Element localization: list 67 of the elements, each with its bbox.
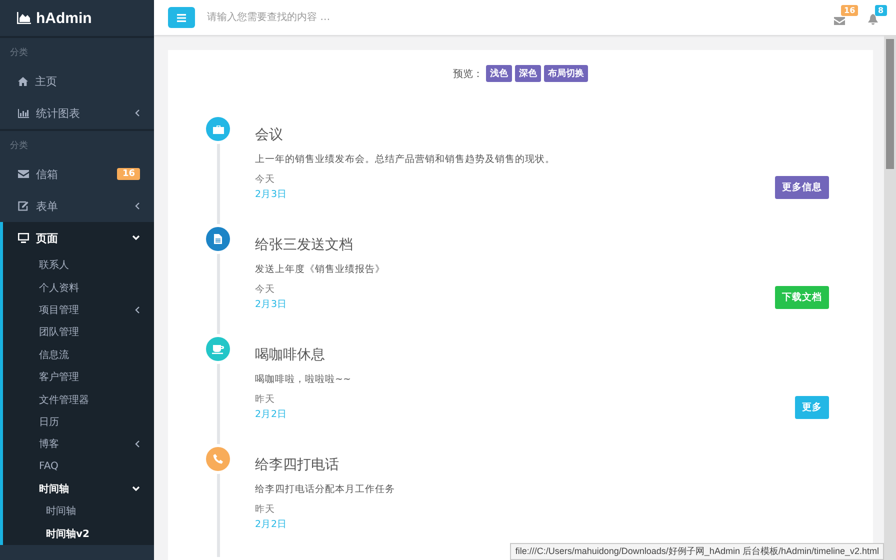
section-heading: 分类 [9,140,28,153]
event-day: 今天 [255,283,275,296]
desktop-icon [18,233,29,243]
area-chart-icon [17,12,31,24]
chevron-left-icon [135,440,140,448]
edit-icon [18,201,29,211]
briefcase-icon [212,124,224,134]
submenu-item[interactable]: 时间轴 [3,500,154,523]
chevron-left-icon [135,109,140,117]
event-description: 给李四打电话分配本月工作任务 [255,483,395,496]
submenu-item[interactable]: 团队管理 [3,321,154,344]
menu-item[interactable]: 主页 [0,65,154,97]
menu-item[interactable]: 表单 [0,190,154,222]
section-heading: 分类 [9,46,28,60]
phone-icon [213,454,223,464]
chevron-left-icon [135,306,140,314]
submenu-item[interactable]: 个人资料 [3,276,154,299]
bar-chart-icon [18,108,29,118]
count-badge: 16 [841,4,858,16]
event-day: 昨天 [255,393,275,406]
event-date: 2月2日 [255,518,288,531]
submenu-item[interactable]: 博客 [3,433,154,456]
theme-button[interactable]: 浅色 [486,65,512,82]
envelope-icon [18,170,29,178]
count-badge: 8 [875,4,887,16]
submenu-item[interactable]: 时间轴 [3,478,154,500]
event-title: 会议 [255,126,283,144]
submenu-item[interactable]: 信息流 [3,344,154,366]
scrollbar-drawing[interactable] [884,35,896,560]
chevron-left-icon [135,202,140,210]
menu-item[interactable]: 信箱 16 [0,158,154,190]
event-action-button[interactable]: 更多信息 [775,176,829,198]
event-date: 2月3日 [255,188,288,201]
menu-button[interactable] [168,7,195,28]
preview-label: 预览： [453,68,483,80]
submenu-item[interactable]: FAQ [3,456,154,478]
submenu-item[interactable]: 文件管理器 [3,388,154,411]
document-icon [214,234,222,244]
event-title: 喝咖啡休息 [255,346,325,364]
bell-icon[interactable] [868,14,878,24]
home-icon [18,76,28,86]
event-day: 今天 [255,173,275,186]
event-day: 昨天 [255,503,275,516]
event-date: 2月3日 [255,298,288,311]
submenu-item[interactable]: 联系人 [3,254,154,276]
event-title: 给张三发送文档 [255,236,353,254]
coffee-cup-icon [212,344,224,354]
event-description: 发送上年度《销售业绩报告》 [255,263,385,276]
event-description: 上一年的销售业绩发布会。总结产品营销和销售趋势及销售的现状。 [255,153,555,166]
status-bar-url: file:///C:/Users/mahuidong/Downloads/好例子网_hAdmin 后台模板/hAdmin/timeline_v2.html [510,543,884,560]
chevron-down-icon [132,235,140,241]
event-date: 2月2日 [255,408,288,421]
chevron-down-icon [132,486,140,492]
submenu-item[interactable]: 客户管理 [3,366,154,388]
count-badge: 16 [117,168,140,180]
menu-item[interactable]: 页面 [3,222,154,254]
submenu-item[interactable]: 项目管理 [3,298,154,322]
event-description: 喝咖啡啦，啦啦啦~~ [255,373,351,386]
menu-icon [177,14,186,22]
theme-button[interactable]: 布局切换 [544,65,588,82]
envelope-icon[interactable] [834,16,845,24]
event-title: 给李四打电话 [255,456,339,474]
brand-title: hAdmin [36,10,92,26]
theme-button[interactable]: 深色 [515,65,541,82]
submenu-item[interactable]: 时间轴v2 [3,522,154,546]
submenu-item[interactable]: 日历 [3,410,154,434]
menu-item[interactable]: 统计图表 [0,97,154,129]
